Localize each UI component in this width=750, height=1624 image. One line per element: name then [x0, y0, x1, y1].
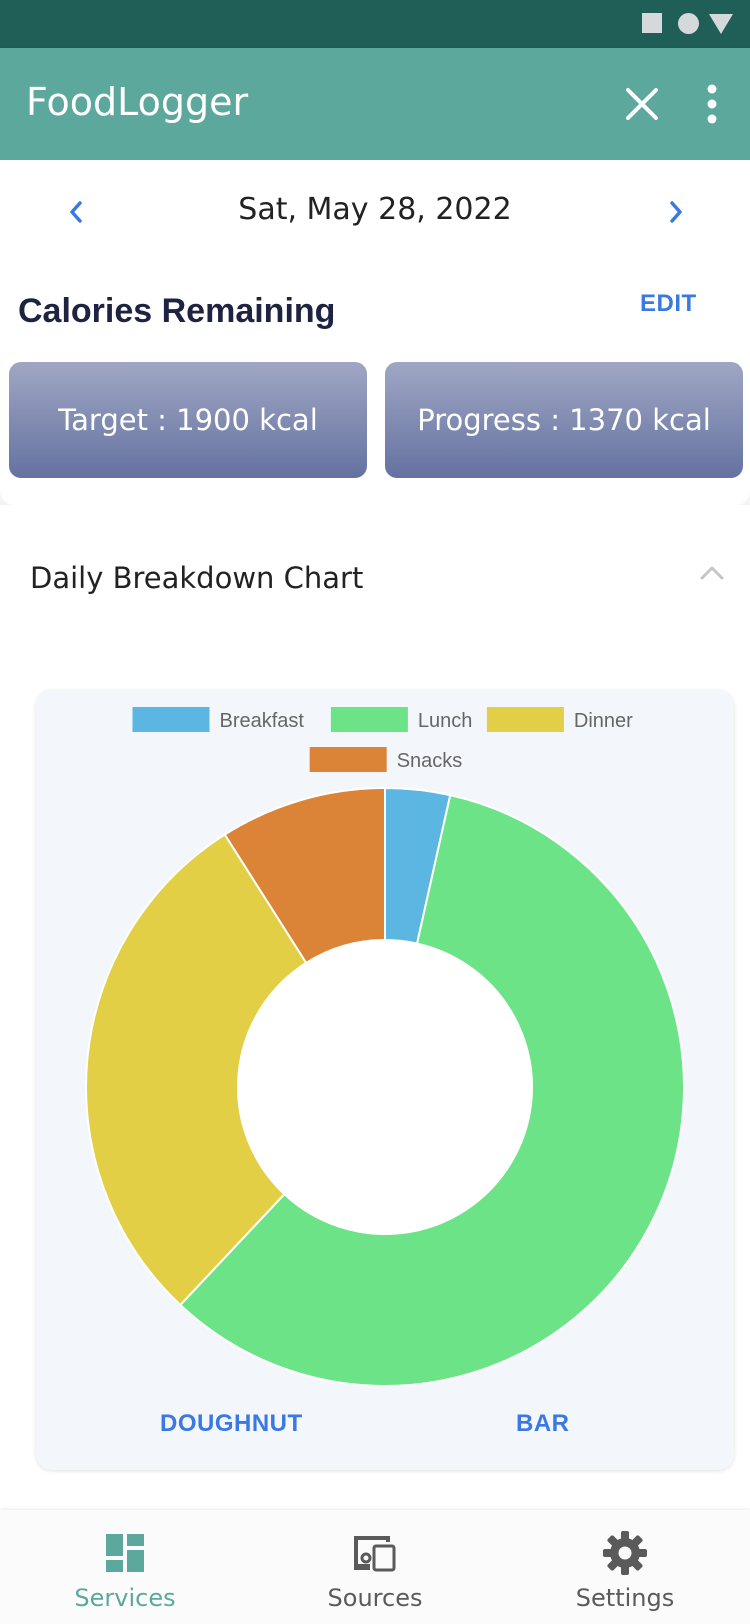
- recent-apps-icon: [642, 13, 662, 33]
- nav-item-settings[interactable]: Settings: [500, 1510, 750, 1624]
- chart-card: Breakfast Lunch Dinner Snacks DOUGHNUT BAR: [36, 690, 734, 1470]
- calories-remaining-title: Calories Remaining: [18, 292, 336, 330]
- breakdown-header[interactable]: Daily Breakdown Chart: [0, 505, 750, 665]
- bottom-navigation: Services Sources Settings: [0, 1510, 750, 1624]
- nav-item-sources[interactable]: Sources: [250, 1510, 500, 1624]
- devices-icon: [354, 1536, 396, 1572]
- close-button[interactable]: [618, 80, 666, 128]
- progress-kcal-label: Progress : 1370 kcal: [417, 403, 711, 437]
- gear-icon: [603, 1531, 647, 1575]
- legend-swatch-dinner[interactable]: [486, 707, 564, 732]
- status-bar: [0, 0, 750, 48]
- collapse-button[interactable]: [694, 555, 730, 591]
- nav-label-settings: Settings: [575, 1584, 675, 1612]
- target-kcal-label: Target : 1900 kcal: [58, 403, 318, 437]
- next-day-button[interactable]: [654, 190, 698, 234]
- legend-swatch-snacks[interactable]: [309, 747, 387, 772]
- target-kcal-box: Target : 1900 kcal: [9, 362, 367, 478]
- dashboard-icon: [106, 1534, 144, 1572]
- back-icon: [709, 14, 733, 34]
- more-vert-icon: [707, 84, 717, 124]
- calorie-summary-card: Sat, May 28, 2022 Calories Remaining EDI…: [0, 160, 750, 505]
- nav-item-services[interactable]: Services: [0, 1510, 250, 1624]
- legend-swatch-lunch[interactable]: [330, 707, 408, 732]
- chevron-right-icon: [670, 201, 682, 223]
- doughnut-chart: Breakfast Lunch Dinner Snacks: [85, 707, 685, 1387]
- bar-button[interactable]: BAR: [516, 1410, 570, 1438]
- doughnut-button[interactable]: DOUGHNUT: [160, 1410, 303, 1438]
- legend-label-breakfast[interactable]: Breakfast: [220, 710, 305, 732]
- breakdown-title: Daily Breakdown Chart: [30, 561, 364, 595]
- legend-label-snacks[interactable]: Snacks: [397, 750, 463, 772]
- home-icon: [678, 13, 699, 34]
- nav-label-sources: Sources: [327, 1584, 423, 1612]
- nav-label-services: Services: [74, 1584, 176, 1612]
- close-icon: [626, 88, 658, 120]
- chevron-up-icon: [700, 566, 724, 580]
- legend-label-lunch[interactable]: Lunch: [418, 710, 473, 732]
- more-options-button[interactable]: [690, 80, 734, 128]
- date-label: Sat, May 28, 2022: [238, 192, 512, 227]
- edit-button[interactable]: EDIT: [640, 290, 697, 318]
- legend-label-dinner[interactable]: Dinner: [574, 710, 633, 732]
- legend-swatch-breakfast[interactable]: [132, 707, 210, 732]
- app-title: FoodLogger: [26, 80, 249, 124]
- app-bar: FoodLogger: [0, 48, 750, 160]
- doughnut-hole: [238, 940, 532, 1234]
- progress-kcal-box: Progress : 1370 kcal: [385, 362, 743, 478]
